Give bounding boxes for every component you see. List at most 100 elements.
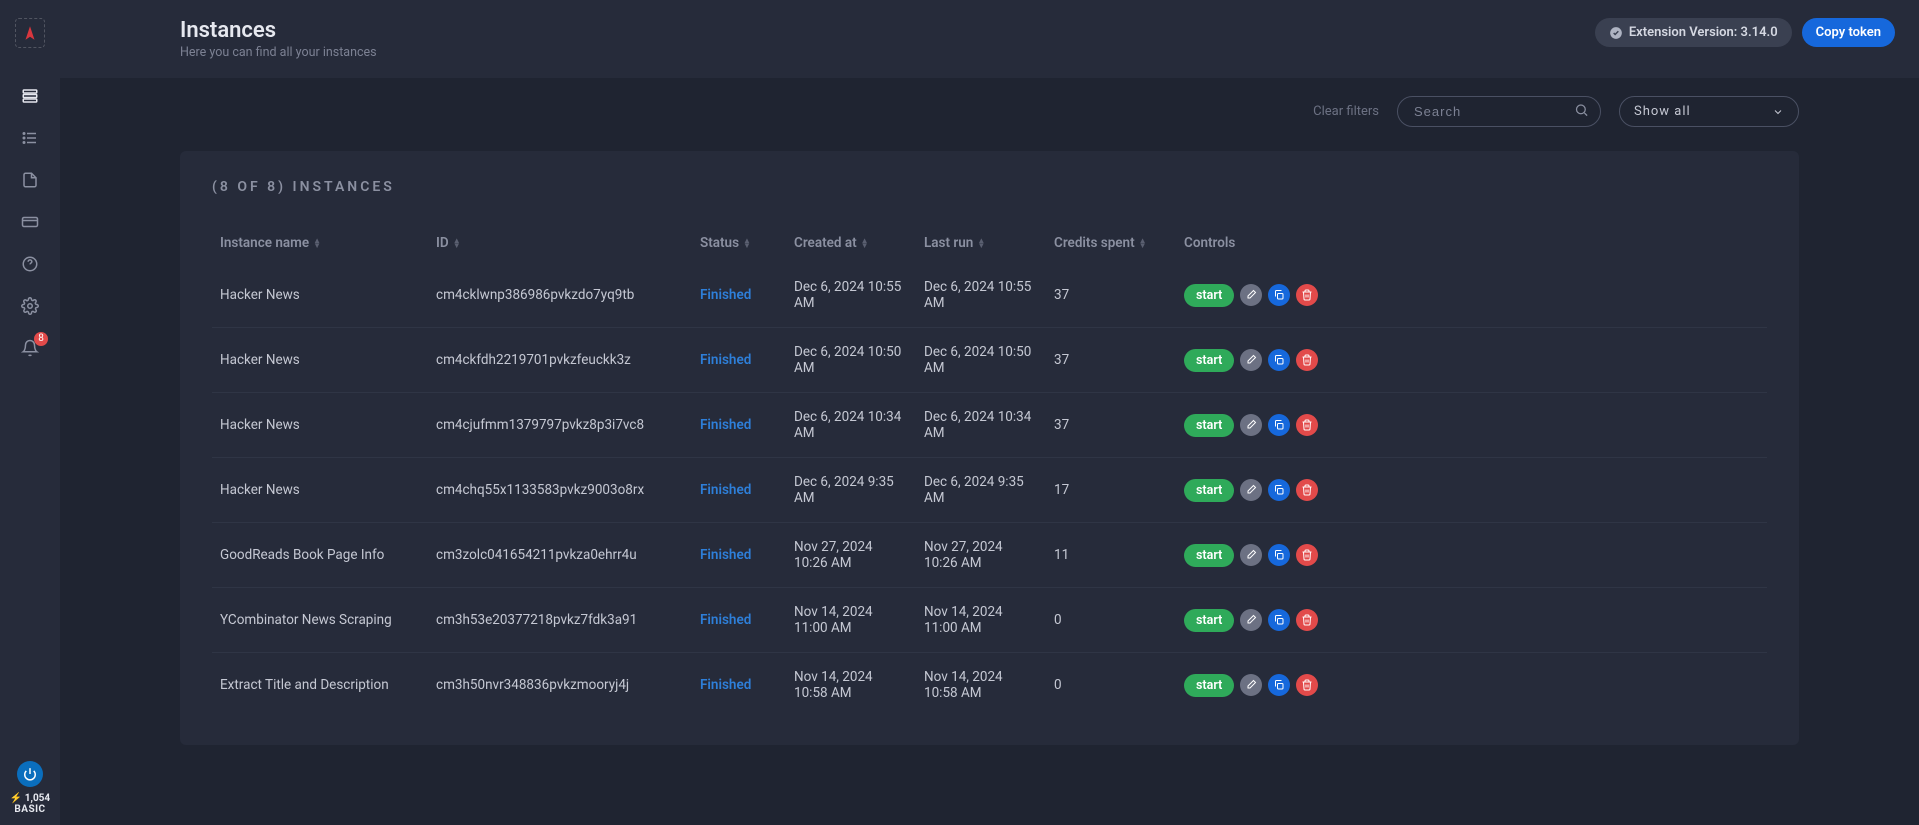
cell-id: cm4ckfdh2219701pvkzfeuckk3z: [428, 328, 692, 393]
cell-controls: start: [1176, 393, 1767, 458]
cell-lastrun: Nov 14, 2024 10:58 AM: [916, 653, 1046, 718]
copy-icon[interactable]: [1268, 479, 1290, 501]
credits-value: ⚡ 1,054: [10, 793, 50, 804]
start-button[interactable]: start: [1184, 479, 1234, 502]
col-header-status[interactable]: Status▲▼: [692, 223, 786, 263]
nav-billing[interactable]: [12, 204, 48, 240]
page-subtitle: Here you can find all your instances: [180, 45, 377, 60]
cell-id: cm3h53e20377218pvkz7fdk3a91: [428, 588, 692, 653]
delete-icon[interactable]: [1296, 609, 1318, 631]
col-header-created[interactable]: Created at▲▼: [786, 223, 916, 263]
col-header-id[interactable]: ID▲▼: [428, 223, 692, 263]
cell-status: Finished: [692, 523, 786, 588]
cell-created: Nov 14, 2024 10:58 AM: [786, 653, 916, 718]
cell-credits: 37: [1046, 393, 1176, 458]
delete-icon[interactable]: [1296, 284, 1318, 306]
status-filter-select[interactable]: Show all: [1619, 96, 1799, 127]
cell-created: Nov 27, 2024 10:26 AM: [786, 523, 916, 588]
copy-icon[interactable]: [1268, 544, 1290, 566]
cell-controls: start: [1176, 653, 1767, 718]
col-header-credits[interactable]: Credits spent▲▼: [1046, 223, 1176, 263]
cell-status: Finished: [692, 393, 786, 458]
cell-status: Finished: [692, 653, 786, 718]
start-button[interactable]: start: [1184, 284, 1234, 307]
start-button[interactable]: start: [1184, 674, 1234, 697]
cell-id: cm3zolc041654211pvkza0ehrr4u: [428, 523, 692, 588]
nav-document[interactable]: [12, 162, 48, 198]
clear-filters-link[interactable]: Clear filters: [1313, 104, 1379, 119]
table-row[interactable]: Hacker Newscm4ckfdh2219701pvkzfeuckk3zFi…: [212, 328, 1767, 393]
status-filter-value: Show all: [1634, 104, 1691, 119]
start-button[interactable]: start: [1184, 414, 1234, 437]
cell-lastrun: Dec 6, 2024 10:50 AM: [916, 328, 1046, 393]
edit-icon[interactable]: [1240, 349, 1262, 371]
col-header-name[interactable]: Instance name▲▼: [212, 223, 428, 263]
delete-icon[interactable]: [1296, 544, 1318, 566]
cell-controls: start: [1176, 263, 1767, 328]
cell-status: Finished: [692, 328, 786, 393]
table-row[interactable]: Hacker Newscm4chq55x1133583pvkz9003o8rxF…: [212, 458, 1767, 523]
edit-icon[interactable]: [1240, 414, 1262, 436]
extension-version-label: Extension Version: 3.14.0: [1629, 25, 1778, 40]
nav-help[interactable]: [12, 246, 48, 282]
copy-icon[interactable]: [1268, 284, 1290, 306]
power-button[interactable]: [17, 761, 43, 787]
instances-table-card: (8 OF 8) INSTANCES Instance name▲▼ ID▲▼ …: [180, 151, 1799, 745]
copy-icon[interactable]: [1268, 609, 1290, 631]
copy-icon[interactable]: [1268, 674, 1290, 696]
table-row[interactable]: GoodReads Book Page Infocm3zolc041654211…: [212, 523, 1767, 588]
col-header-controls: Controls: [1176, 223, 1767, 263]
table-row[interactable]: Extract Title and Descriptioncm3h50nvr34…: [212, 653, 1767, 718]
extension-version-pill[interactable]: Extension Version: 3.14.0: [1595, 18, 1792, 47]
table-row[interactable]: Hacker Newscm4cjufmm1379797pvkz8p3i7vc8F…: [212, 393, 1767, 458]
nav-settings[interactable]: [12, 288, 48, 324]
chevron-down-icon: [1772, 106, 1784, 118]
cell-credits: 37: [1046, 263, 1176, 328]
edit-icon[interactable]: [1240, 479, 1262, 501]
cell-lastrun: Dec 6, 2024 10:55 AM: [916, 263, 1046, 328]
nav-list[interactable]: [12, 120, 48, 156]
table-count-label: (8 OF 8) INSTANCES: [212, 179, 1767, 195]
edit-icon[interactable]: [1240, 609, 1262, 631]
app-logo[interactable]: [15, 18, 45, 48]
cell-name: Hacker News: [212, 458, 428, 523]
edit-icon[interactable]: [1240, 284, 1262, 306]
cell-created: Nov 14, 2024 11:00 AM: [786, 588, 916, 653]
search-input[interactable]: [1397, 96, 1601, 127]
edit-icon[interactable]: [1240, 674, 1262, 696]
table-row[interactable]: YCombinator News Scrapingcm3h53e20377218…: [212, 588, 1767, 653]
copy-icon[interactable]: [1268, 349, 1290, 371]
instances-table: Instance name▲▼ ID▲▼ Status▲▼ Created at…: [212, 223, 1767, 717]
start-button[interactable]: start: [1184, 349, 1234, 372]
cell-name: GoodReads Book Page Info: [212, 523, 428, 588]
cell-credits: 37: [1046, 328, 1176, 393]
cell-lastrun: Dec 6, 2024 9:35 AM: [916, 458, 1046, 523]
cell-credits: 11: [1046, 523, 1176, 588]
cell-credits: 17: [1046, 458, 1176, 523]
cell-id: cm4cklwnp386986pvkzdo7yq9tb: [428, 263, 692, 328]
page-title: Instances: [180, 18, 377, 43]
cell-lastrun: Dec 6, 2024 10:34 AM: [916, 393, 1046, 458]
delete-icon[interactable]: [1296, 414, 1318, 436]
filters-row: Clear filters Show all: [180, 96, 1799, 127]
start-button[interactable]: start: [1184, 609, 1234, 632]
delete-icon[interactable]: [1296, 479, 1318, 501]
copy-token-button[interactable]: Copy token: [1802, 18, 1895, 47]
header: Instances Here you can find all your ins…: [60, 0, 1919, 78]
cell-id: cm4chq55x1133583pvkz9003o8rx: [428, 458, 692, 523]
copy-icon[interactable]: [1268, 414, 1290, 436]
sidebar-footer: ⚡ 1,054 BASIC: [0, 761, 60, 815]
notifications-badge: 8: [34, 332, 48, 346]
table-row[interactable]: Hacker Newscm4cklwnp386986pvkzdo7yq9tbFi…: [212, 263, 1767, 328]
cell-credits: 0: [1046, 588, 1176, 653]
col-header-lastrun[interactable]: Last run▲▼: [916, 223, 1046, 263]
delete-icon[interactable]: [1296, 674, 1318, 696]
nav-notifications[interactable]: 8: [12, 330, 48, 366]
start-button[interactable]: start: [1184, 544, 1234, 567]
nav-instances[interactable]: [12, 78, 48, 114]
cell-name: Hacker News: [212, 263, 428, 328]
cell-created: Dec 6, 2024 10:55 AM: [786, 263, 916, 328]
cell-status: Finished: [692, 458, 786, 523]
edit-icon[interactable]: [1240, 544, 1262, 566]
delete-icon[interactable]: [1296, 349, 1318, 371]
